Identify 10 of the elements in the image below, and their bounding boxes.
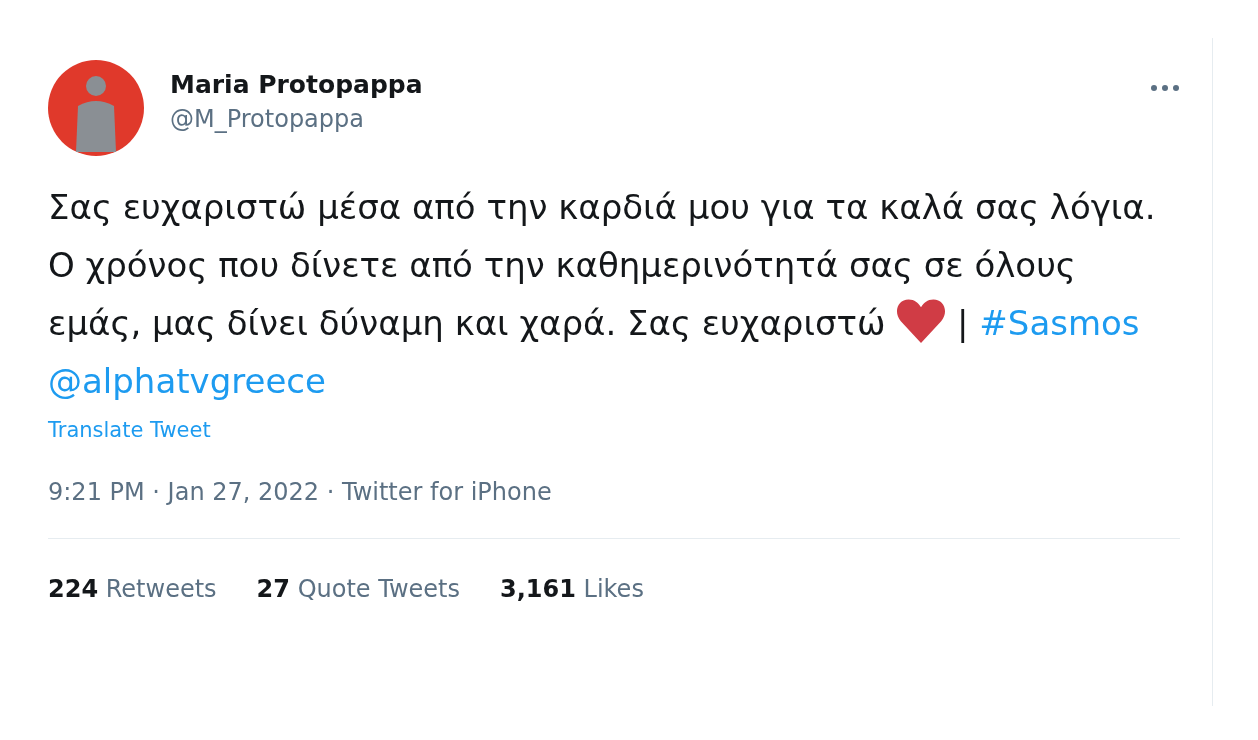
heart-icon [896, 298, 947, 343]
author-handle[interactable]: @M_Protopappa [170, 105, 364, 133]
engagement-stat[interactable]: 3,161 Likes [500, 575, 644, 603]
author-name[interactable]: Maria Protopappa [170, 70, 423, 99]
more-options-icon[interactable] [1150, 84, 1180, 92]
tweet-timestamp: 9:21 PM · Jan 27, 2022 · Twitter for iPhone [48, 478, 553, 506]
engagement-stat[interactable]: 27 Quote Tweets [256, 575, 460, 603]
tweet-text: Σας ευχαριστώ μέσα από την καρδιά μου για τα καλά σας λόγια. Ο χρόνος που δίνετε από την καθημερινότητά σας σε όλους εμάς, μας δίνει δύναμη και χαρά. Σας ευχαριστώ | #Sasmos @alphatvgreece [48, 186, 1157, 403]
avatar-icon[interactable] [48, 60, 144, 156]
engagement-stat[interactable]: 224 Retweets [48, 575, 217, 603]
